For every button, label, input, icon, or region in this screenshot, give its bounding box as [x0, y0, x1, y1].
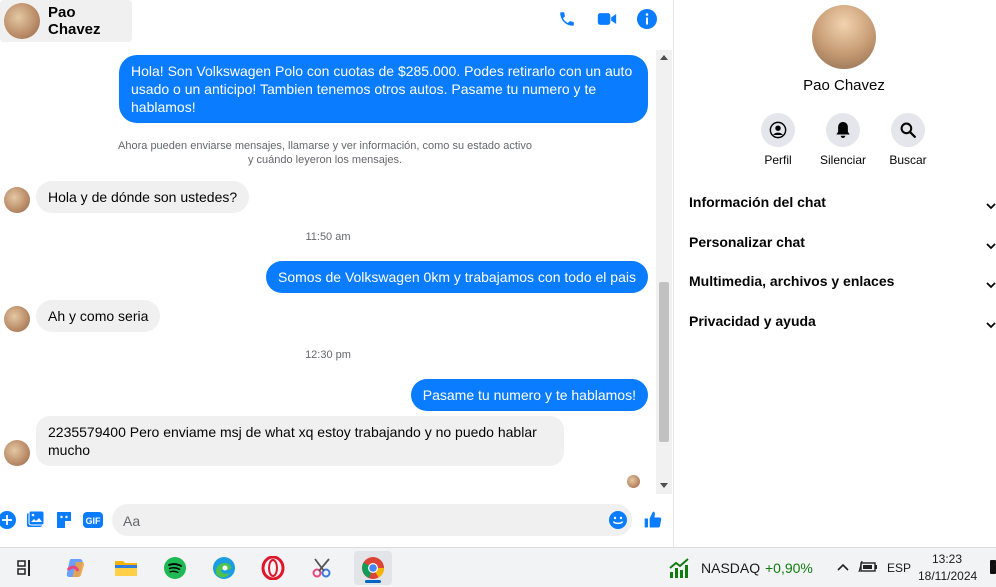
scroll-down-arrow[interactable]	[660, 483, 668, 488]
search-label: Buscar	[889, 153, 927, 167]
language-indicator[interactable]: ESP	[887, 561, 911, 575]
message-bubble-outgoing[interactable]: Pasame tu numero y te hablamos!	[410, 379, 648, 411]
stock-change: +0,90%	[765, 560, 813, 576]
chevron-down-icon	[986, 237, 996, 253]
contact-name: Pao Chavez	[48, 4, 101, 38]
opera-browser-icon[interactable]	[259, 554, 287, 582]
chevron-up-icon[interactable]	[836, 560, 850, 579]
section-label: Privacidad y ayuda	[689, 313, 816, 329]
plus-icon[interactable]	[0, 510, 17, 530]
message-bubble-outgoing[interactable]: Hola! Son Volkswagen Polo con cuotas de …	[119, 55, 648, 123]
sticker-icon[interactable]	[54, 510, 74, 530]
photo-icon[interactable]	[25, 510, 45, 530]
system-note: Ahora pueden enviarse mensajes, llamarse…	[110, 139, 540, 167]
message-row-incoming: 2235579400 Pero enviame msj de what xq e…	[4, 416, 564, 466]
snipping-tool-icon[interactable]	[308, 554, 336, 582]
section-privacy-help[interactable]: Privacidad y ayuda	[689, 313, 996, 333]
info-icon[interactable]	[636, 8, 658, 30]
windows-taskbar: NASDAQ +0,90% ESP 13:23 18/11/2024	[0, 547, 996, 587]
system-note-line: Ahora pueden enviarse mensajes, llamarse…	[118, 140, 532, 152]
contact-header-button[interactable]: Pao Chavez	[0, 0, 132, 42]
active-app-indicator	[365, 580, 381, 583]
chrome-browser-icon[interactable]	[354, 551, 392, 585]
chat-details-panel: Pao Chavez Perfil Silenciar Buscar Infor…	[674, 0, 996, 547]
message-row-outgoing: Somos de Volkswagen 0km y trabajamos con…	[266, 261, 648, 293]
message-bubble-outgoing[interactable]: Somos de Volkswagen 0km y trabajamos con…	[266, 261, 648, 293]
chat-header: Pao Chavez	[0, 0, 672, 44]
profile-action[interactable]: Perfil	[748, 113, 808, 167]
copilot-icon[interactable]	[62, 554, 90, 582]
system-note-line: y cuándo leyeron los mensajes.	[247, 154, 403, 166]
video-icon[interactable]	[596, 8, 618, 30]
profile-avatar[interactable]	[812, 5, 876, 69]
timestamp: 11:50 am	[305, 231, 351, 243]
like-thumb-icon[interactable]	[643, 510, 663, 530]
read-receipt-avatar	[627, 475, 640, 488]
sender-avatar	[4, 440, 30, 466]
message-scrollbar[interactable]	[656, 50, 672, 494]
clock-date: 18/11/2024	[918, 569, 978, 583]
message-composer: GIF Aa	[0, 500, 672, 540]
profile-icon[interactable]	[761, 113, 795, 147]
gif-icon[interactable]: GIF	[83, 510, 103, 530]
message-input-placeholder: Aa	[123, 513, 141, 529]
chevron-down-icon	[986, 197, 996, 213]
contact-avatar	[4, 3, 40, 39]
search-action[interactable]: Buscar	[878, 113, 938, 167]
sender-avatar	[4, 306, 30, 332]
message-input[interactable]: Aa	[112, 504, 632, 536]
notification-icon[interactable]	[990, 560, 996, 574]
scroll-up-arrow[interactable]	[660, 55, 668, 60]
clock-time: 13:23	[932, 552, 963, 566]
message-row-incoming: Hola y de dónde son ustedes?	[4, 181, 250, 213]
sender-avatar	[4, 187, 30, 213]
stock-name: NASDAQ	[701, 560, 761, 576]
profile-name: Pao Chavez	[803, 77, 885, 94]
spotify-icon[interactable]	[161, 554, 189, 582]
search-icon[interactable]	[891, 113, 925, 147]
task-view-icon[interactable]	[12, 554, 40, 582]
message-row-outgoing: Pasame tu numero y te hablamos!	[410, 379, 648, 411]
bell-icon[interactable]	[826, 113, 860, 147]
emoji-icon[interactable]	[608, 510, 628, 530]
section-media-files-links[interactable]: Multimedia, archivos y enlaces	[689, 273, 996, 293]
message-row-outgoing: Hola! Son Volkswagen Polo con cuotas de …	[119, 55, 648, 123]
stock-chart-icon	[668, 556, 692, 585]
section-label: Personalizar chat	[689, 234, 805, 250]
message-bubble-incoming[interactable]: Ah y como seria	[36, 300, 161, 332]
phone-icon[interactable]	[556, 8, 578, 30]
message-bubble-incoming[interactable]: 2235579400 Pero enviame msj de what xq e…	[36, 416, 564, 466]
svg-text:GIF: GIF	[86, 516, 102, 526]
message-bubble-incoming[interactable]: Hola y de dónde son ustedes?	[36, 181, 250, 213]
section-label: Información del chat	[689, 194, 826, 210]
section-customize-chat[interactable]: Personalizar chat	[689, 234, 996, 254]
mute-action[interactable]: Silenciar	[813, 113, 873, 167]
section-label: Multimedia, archivos y enlaces	[689, 273, 895, 289]
chevron-down-icon	[986, 276, 996, 292]
battery-icon[interactable]	[858, 559, 878, 580]
scroll-thumb[interactable]	[659, 282, 669, 442]
message-list[interactable]: Hola! Son Volkswagen Polo con cuotas de …	[0, 44, 656, 494]
chevron-down-icon	[986, 316, 996, 332]
timestamp: 12:30 pm	[305, 349, 351, 361]
section-chat-info[interactable]: Información del chat	[689, 194, 996, 214]
mute-label: Silenciar	[819, 153, 867, 167]
profile-label: Perfil	[764, 153, 792, 167]
message-row-incoming: Ah y como seria	[4, 300, 161, 332]
messenger-window: Pao Chavez Hola! Son Volkswagen Polo con…	[0, 0, 996, 547]
edge-browser-icon[interactable]	[210, 554, 238, 582]
file-explorer-icon[interactable]	[112, 554, 140, 582]
